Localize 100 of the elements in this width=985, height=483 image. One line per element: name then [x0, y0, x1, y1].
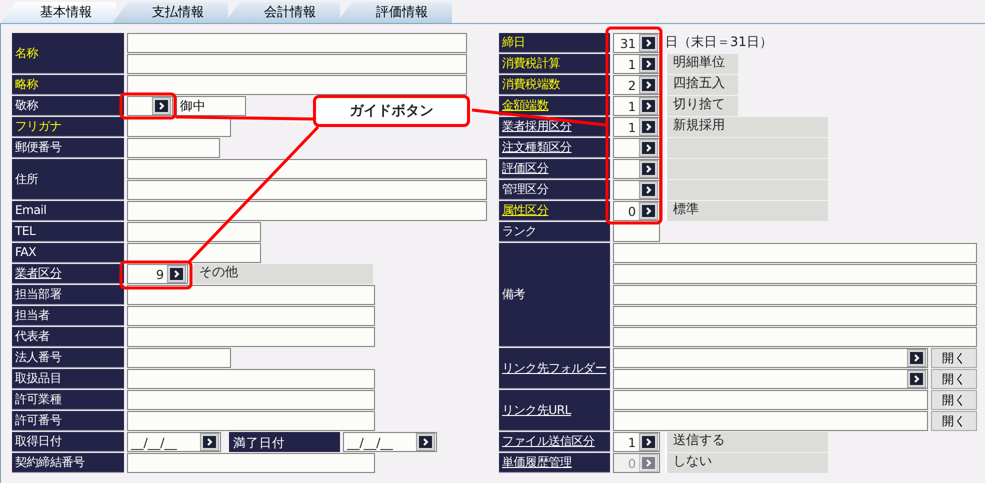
text-field[interactable] [127, 54, 467, 74]
code-description: 日（末日＝31日） [664, 35, 773, 51]
field-label[interactable]: 属性区分 [499, 201, 610, 221]
open-button[interactable]: 開く [931, 369, 977, 389]
text-field[interactable] [127, 159, 487, 179]
guide-button[interactable] [167, 265, 186, 283]
guide-button[interactable] [639, 433, 658, 451]
field-label: TEL [12, 222, 124, 242]
guide-button[interactable] [639, 55, 658, 73]
code-value: 2 [627, 78, 637, 92]
tab[interactable]: 評価情報 [338, 2, 452, 23]
text-field[interactable] [127, 348, 231, 368]
chevron-icon [642, 142, 655, 154]
chevron-icon [642, 37, 655, 49]
code-description: その他 [191, 264, 373, 284]
chevron-icon [910, 373, 923, 385]
text-field[interactable] [127, 138, 220, 158]
code-value: 9 [155, 266, 165, 282]
field-label[interactable]: 業者区分 [12, 264, 124, 284]
field-label: 満了日付 [229, 432, 340, 452]
field-label[interactable]: 評価区分 [499, 159, 610, 179]
guide-button[interactable] [639, 202, 658, 220]
text-field[interactable] [613, 243, 977, 263]
text-field[interactable] [127, 180, 487, 200]
text-field[interactable] [127, 33, 467, 53]
text-field[interactable] [127, 75, 467, 95]
text-field[interactable] [127, 306, 375, 326]
text-field[interactable] [613, 390, 928, 410]
field-label: 消費税計算 [499, 54, 610, 74]
chevron-icon [642, 457, 655, 469]
folder-field[interactable] [613, 348, 928, 368]
field-label[interactable]: 金額端数 [499, 96, 610, 116]
code-field[interactable] [613, 159, 660, 179]
guide-button[interactable] [639, 139, 658, 157]
text-field[interactable] [127, 327, 375, 347]
chevron-icon [419, 436, 432, 448]
text-field[interactable] [127, 201, 487, 221]
text-field[interactable] [127, 369, 375, 389]
field-label: 略称 [12, 75, 124, 95]
text-field[interactable] [613, 327, 977, 347]
field-label: 郵便番号 [12, 138, 124, 158]
field-label: Email [12, 201, 124, 221]
text-field[interactable] [613, 285, 977, 305]
text-field[interactable] [127, 243, 261, 263]
guide-button[interactable] [639, 118, 658, 136]
field-label: 備考 [499, 243, 610, 347]
field-label: 許可番号 [12, 411, 124, 431]
field-label: 法人番号 [12, 348, 124, 368]
field-label: 取得日付 [12, 432, 124, 452]
field-label[interactable]: 注文種類区分 [499, 138, 610, 158]
tab[interactable]: 会計情報 [226, 2, 340, 23]
field-label: 取扱品目 [12, 369, 124, 389]
code-field[interactable] [613, 138, 660, 158]
guide-button[interactable] [907, 349, 926, 367]
text-field[interactable] [613, 306, 977, 326]
text-field[interactable] [613, 264, 977, 284]
date-field[interactable]: __/__/__ [343, 432, 437, 452]
guide-button[interactable] [639, 97, 658, 115]
field-label[interactable]: リンク先フォルダー [499, 348, 610, 389]
guide-button[interactable] [639, 181, 658, 199]
text-field[interactable] [127, 285, 375, 305]
code-field[interactable]: 0 [613, 201, 660, 221]
field-label: 担当者 [12, 306, 124, 326]
date-field[interactable]: __/__/__ [127, 432, 221, 452]
field-label: 担当部署 [12, 285, 124, 305]
guide-button[interactable] [416, 433, 435, 451]
text-field[interactable] [127, 222, 261, 242]
field-label: 敬称 [12, 96, 124, 116]
guide-button[interactable] [152, 97, 171, 115]
open-button[interactable]: 開く [931, 390, 977, 410]
chevron-icon [203, 436, 216, 448]
field-label: 管理区分 [499, 180, 610, 200]
guide-button[interactable] [639, 160, 658, 178]
guide-button[interactable] [639, 34, 658, 52]
text-field[interactable] [613, 411, 928, 431]
code-field[interactable]: 9 [127, 264, 188, 284]
code-field[interactable] [613, 180, 660, 200]
code-field[interactable]: 1 [613, 54, 660, 74]
field-label[interactable]: リンク先URL [499, 390, 610, 431]
open-button[interactable]: 開く [931, 348, 977, 368]
code-field[interactable]: 2 [613, 75, 660, 95]
guide-button[interactable] [907, 370, 926, 388]
guide-button[interactable] [639, 76, 658, 94]
folder-field[interactable] [613, 369, 928, 389]
code-field[interactable]: 31 [613, 33, 660, 53]
text-field[interactable] [127, 411, 375, 431]
tab[interactable]: 基本情報 [2, 2, 116, 23]
text-field[interactable]: 御中 [176, 96, 246, 116]
code-value: 1 [627, 56, 637, 72]
open-button[interactable]: 開く [931, 411, 977, 431]
code-description: 切り捨て [665, 96, 738, 116]
tab[interactable]: 支払情報 [114, 2, 228, 23]
field-label[interactable]: ファイル送信区分 [499, 432, 610, 452]
text-field[interactable] [127, 390, 375, 410]
guide-button[interactable] [200, 433, 219, 451]
text-field[interactable] [127, 453, 375, 473]
code-field[interactable]: 1 [613, 96, 660, 116]
code-field[interactable] [127, 96, 173, 116]
code-field[interactable]: 1 [613, 432, 660, 452]
code-field[interactable]: 1 [613, 117, 660, 137]
